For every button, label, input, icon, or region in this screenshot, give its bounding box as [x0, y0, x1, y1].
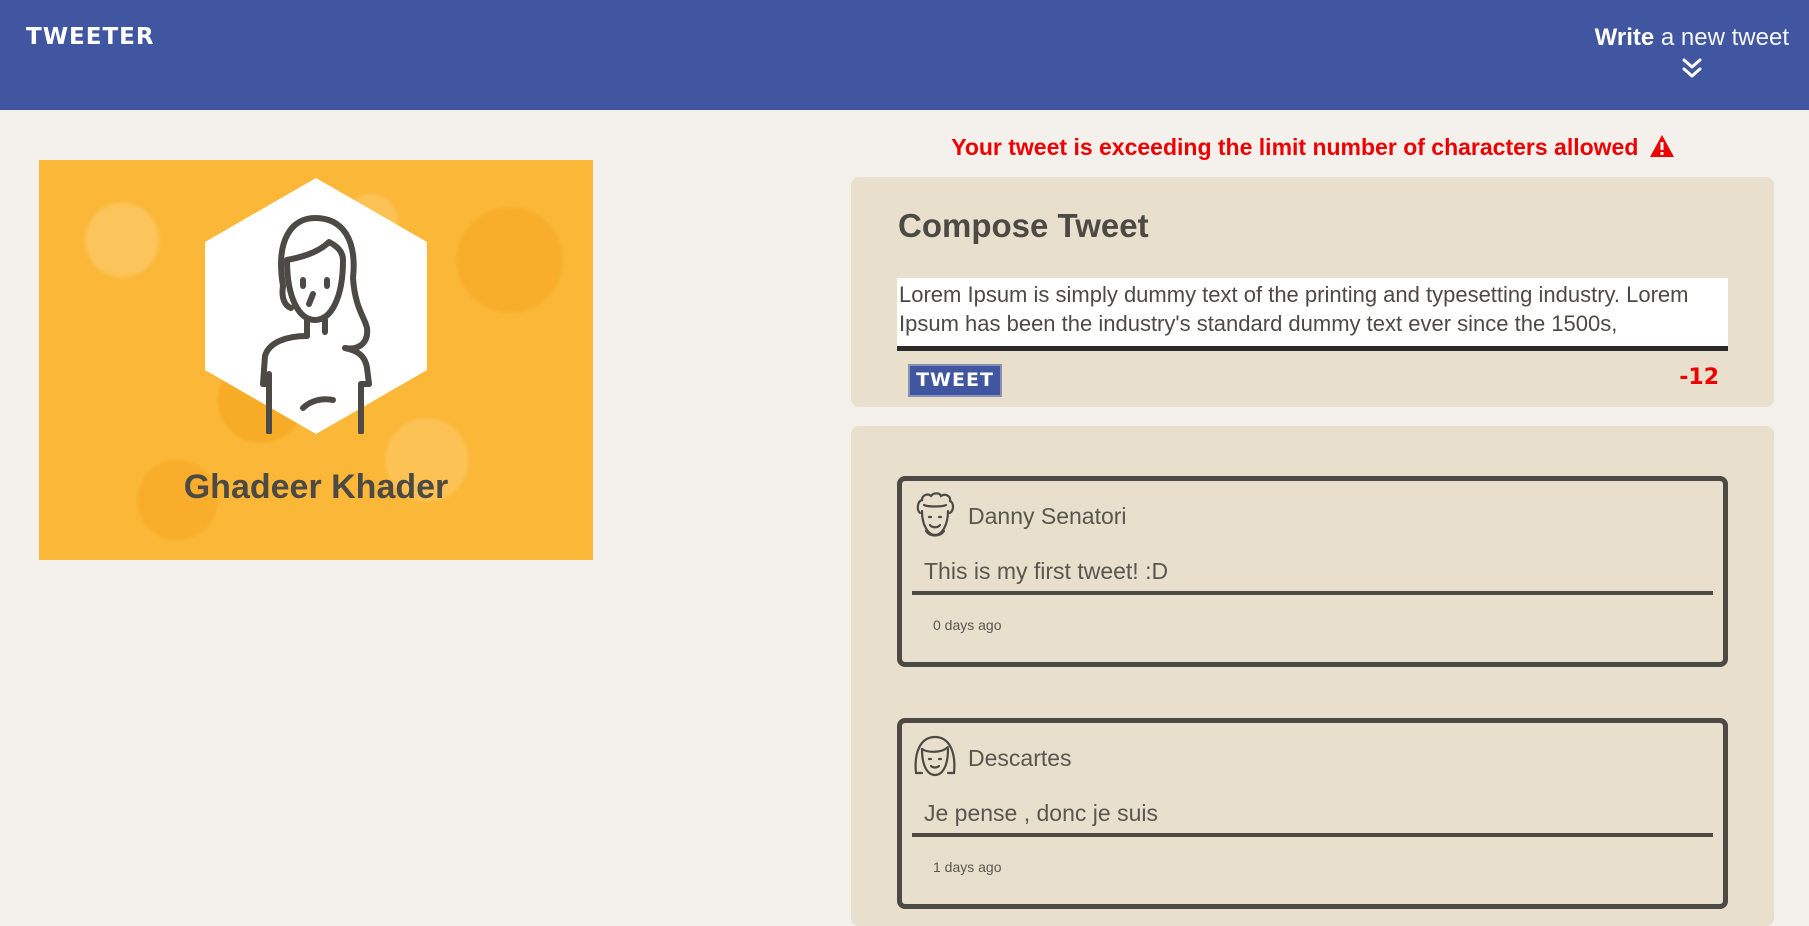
write-new-tweet-toggle[interactable]: Write a new tweet	[1595, 24, 1789, 80]
profile-name: Ghadeer Khader	[183, 468, 449, 506]
tweet-feed: Danny Senatori This is my first tweet! :…	[851, 426, 1774, 926]
tweet-text: This is my first tweet! :D	[924, 558, 1169, 584]
profile-card: Ghadeer Khader	[39, 160, 593, 560]
character-counter: -12	[1679, 365, 1719, 390]
tweet-timestamp: 0 days ago	[933, 617, 1002, 633]
tweet-textarea[interactable]: Lorem Ipsum is simply dummy text of the …	[897, 278, 1728, 351]
write-label-strong: Write	[1594, 24, 1655, 51]
double-chevron-down-icon	[1682, 58, 1702, 78]
tweet-divider	[912, 833, 1713, 837]
tweet-card: Descartes Je pense , donc je suis 1 days…	[897, 718, 1728, 909]
tweet-card: Danny Senatori This is my first tweet! :…	[897, 476, 1728, 667]
warning-icon	[1649, 135, 1674, 157]
profile-avatar-icon	[205, 178, 427, 434]
error-message: Your tweet is exceeding the limit number…	[851, 134, 1775, 161]
curly-hair-man-avatar-icon	[916, 492, 955, 537]
bob-hair-avatar-icon	[914, 735, 956, 777]
brand-logo[interactable]: TWEETER	[26, 24, 155, 50]
tweet-divider	[912, 591, 1713, 595]
tweet-user-name: Descartes	[968, 745, 1072, 771]
tweet-timestamp: 1 days ago	[933, 859, 1002, 875]
compose-title: Compose Tweet	[898, 207, 1149, 244]
compose-panel: Compose Tweet Lorem Ipsum is simply dumm…	[851, 177, 1774, 407]
write-label-light: a new tweet	[1654, 24, 1789, 51]
tweet-user-name: Danny Senatori	[968, 503, 1127, 529]
error-text: Your tweet is exceeding the limit number…	[951, 134, 1639, 160]
tweet-text: Je pense , donc je suis	[924, 800, 1158, 826]
top-nav: TWEETER Write a new tweet	[0, 0, 1809, 110]
tweet-button[interactable]: TWEET	[908, 364, 1002, 397]
